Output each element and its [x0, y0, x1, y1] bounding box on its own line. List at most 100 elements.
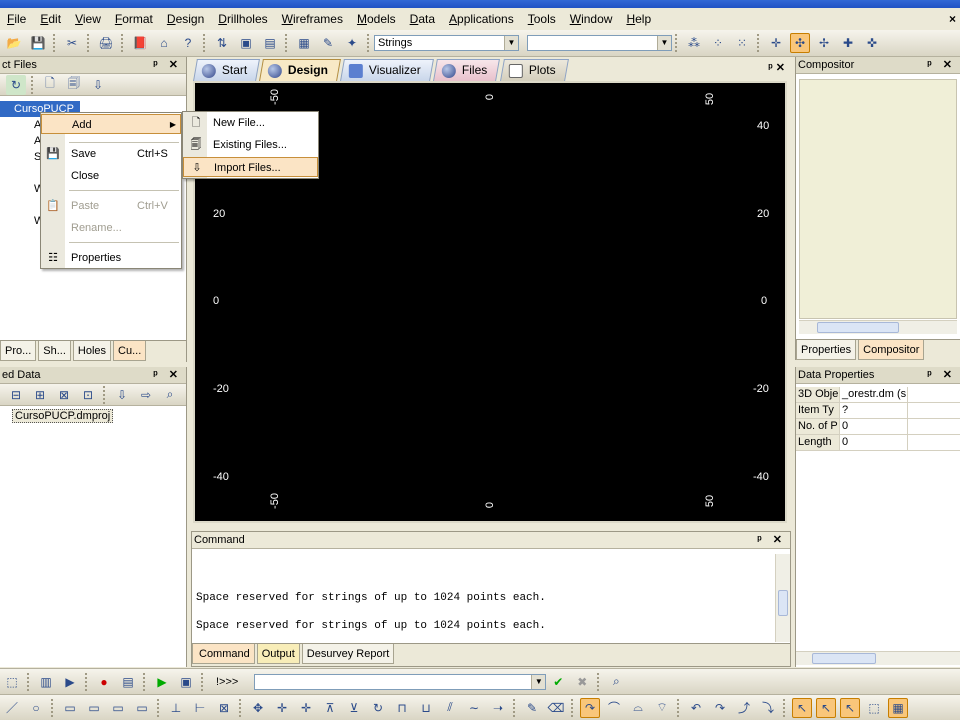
check-icon[interactable]: ✔ — [548, 672, 568, 692]
cancel-icon[interactable]: ✖ — [572, 672, 592, 692]
tool-icon[interactable]: ▶ — [60, 672, 80, 692]
tab-curso[interactable]: Cu... — [113, 341, 147, 361]
command-scrollbar[interactable] — [775, 554, 790, 642]
align-alt-icon[interactable]: ⊻ — [344, 698, 364, 718]
help-icon[interactable]: ? — [178, 33, 198, 53]
save-icon[interactable]: 💾 — [28, 33, 48, 53]
menu-edit[interactable]: Edit — [33, 9, 68, 29]
panel-controls[interactable]: ᵖ ✕ — [757, 532, 786, 548]
arrow-icon[interactable]: ➝ — [488, 698, 508, 718]
rotate-icon[interactable]: ↻ — [368, 698, 388, 718]
view-controls[interactable]: ᵖ ✕ — [768, 61, 785, 74]
menu-applications[interactable]: Applications — [442, 9, 521, 29]
eraser-icon[interactable]: ⌫ — [546, 698, 566, 718]
split-icon[interactable]: ⫽ — [440, 698, 460, 718]
tab-holes[interactable]: Holes — [72, 341, 112, 361]
tab-visualizer[interactable]: Visualizer — [340, 59, 435, 81]
property-row[interactable]: 3D Obje _orestr.dm (s — [796, 387, 960, 403]
menu-models[interactable]: Models — [350, 9, 403, 29]
snap-icon[interactable]: ↷ — [580, 697, 600, 718]
menu-design[interactable]: Design — [160, 9, 211, 29]
curve-alt-icon[interactable]: ⤴ — [734, 698, 754, 718]
snap-grid-icon[interactable]: ✣ — [790, 33, 810, 53]
close-icon[interactable]: × — [949, 12, 956, 26]
tool-icon[interactable]: ✦ — [342, 33, 362, 53]
snap-point-icon[interactable]: ✛ — [766, 33, 786, 53]
menu-item-existing-files[interactable]: 🗐 Existing Files... — [183, 135, 318, 155]
select-box-icon[interactable]: ⬚ — [864, 698, 884, 718]
menu-item-import-files[interactable]: ⇩ Import Files... — [183, 157, 318, 177]
print-icon[interactable]: 🖨 — [96, 33, 116, 53]
book-icon[interactable]: 📕 — [130, 33, 150, 53]
tool-icon[interactable]: ▤ — [118, 672, 138, 692]
unload-icon[interactable]: ⇨ — [136, 385, 156, 405]
box-icon[interactable]: ⊓ — [392, 698, 412, 718]
tab-command[interactable]: Command — [192, 644, 255, 664]
menu-item-paste[interactable]: 📋 Paste Ctrl+V — [41, 196, 181, 216]
hierarchy-icon[interactable]: ⊠ — [54, 385, 74, 405]
arc-alt-icon[interactable]: ⌓ — [628, 698, 648, 718]
menu-item-save[interactable]: 💾 Save Ctrl+S — [41, 144, 181, 164]
menu-item-rename[interactable]: Rename... — [41, 218, 181, 238]
points-icon[interactable]: ⁂ — [684, 33, 704, 53]
tab-start[interactable]: Start — [193, 59, 261, 81]
box-alt-icon[interactable]: ⊔ — [416, 698, 436, 718]
window-icon[interactable]: ▣ — [236, 33, 256, 53]
tab-compositor[interactable]: Compositor — [858, 340, 925, 360]
select-alt-icon[interactable]: ↖ — [840, 697, 860, 718]
rect-icon[interactable]: ▭ — [60, 698, 80, 718]
search-icon[interactable]: ⌕ — [606, 672, 626, 692]
curve-alt-icon[interactable]: ⤵ — [758, 698, 778, 718]
circle-icon[interactable]: ○ — [26, 698, 46, 718]
tab-design[interactable]: Design — [259, 59, 342, 81]
menu-tools[interactable]: Tools — [521, 9, 563, 29]
scroll-thumb[interactable] — [812, 653, 876, 664]
scroll-thumb[interactable] — [778, 590, 788, 616]
menu-file[interactable]: File — [0, 9, 33, 29]
tab-files[interactable]: Files — [433, 59, 501, 81]
tool-icon[interactable]: ▣ — [176, 672, 196, 692]
hierarchy-alt-icon[interactable]: ⊡ — [78, 385, 98, 405]
tool-icon[interactable]: ⬚ — [2, 672, 22, 692]
menu-item-new-file[interactable]: 🗋 New File... — [183, 113, 318, 133]
import-files-icon[interactable]: ⇩ — [88, 75, 108, 95]
tab-plots[interactable]: Plots — [499, 59, 569, 81]
arc-alt-icon[interactable]: ⌔ — [652, 698, 672, 718]
run-icon[interactable]: ▶ — [152, 672, 172, 692]
filter-icon[interactable]: ⊟ — [6, 385, 26, 405]
grid-icon[interactable]: ▦ — [294, 33, 314, 53]
move-alt-icon[interactable]: ✛ — [296, 698, 316, 718]
object-type-dropdown[interactable]: Strings ▼ — [374, 35, 519, 51]
tab-desurvey-report[interactable]: Desurvey Report — [301, 644, 395, 664]
move-alt-icon[interactable]: ✛ — [272, 698, 292, 718]
delete-icon[interactable]: ⊠ — [214, 698, 234, 718]
panel-controls[interactable]: ᵖ ✕ — [153, 367, 182, 383]
tab-output[interactable]: Output — [256, 644, 300, 664]
points-select-icon[interactable]: ⁘ — [708, 33, 728, 53]
menu-wireframes[interactable]: Wireframes — [275, 9, 350, 29]
snap-line-icon[interactable]: ✢ — [814, 33, 834, 53]
link-icon[interactable]: ⊞ — [30, 385, 50, 405]
open-folder-icon[interactable]: 📂 — [4, 33, 24, 53]
window-alt-icon[interactable]: ▤ — [260, 33, 280, 53]
menu-format[interactable]: Format — [108, 9, 160, 29]
tab-sheets[interactable]: Sh... — [38, 341, 71, 361]
pen-icon[interactable]: ✎ — [522, 698, 542, 718]
scroll-thumb[interactable] — [817, 322, 899, 333]
curve-alt-icon[interactable]: ↷ — [710, 698, 730, 718]
highlight-icon[interactable]: ▦ — [888, 697, 908, 718]
home-icon[interactable]: ⌂ — [154, 33, 174, 53]
property-row[interactable]: Item Ty? — [796, 403, 960, 419]
line-icon[interactable]: ／ — [2, 698, 22, 718]
compositor-scrollbar[interactable] — [799, 320, 957, 334]
panel-controls[interactable]: ᵖ ✕ — [927, 57, 956, 73]
load-icon[interactable]: ⇩ — [112, 385, 132, 405]
move-icon[interactable]: ⇅ — [212, 33, 232, 53]
menu-view[interactable]: View — [68, 9, 108, 29]
rect-alt-icon[interactable]: ▭ — [84, 698, 104, 718]
insert-alt-icon[interactable]: ⊢ — [190, 698, 210, 718]
panel-controls[interactable]: ᵖ ✕ — [927, 367, 956, 383]
points-delete-icon[interactable]: ⁙ — [732, 33, 752, 53]
menu-window[interactable]: Window — [563, 9, 620, 29]
curve-alt-icon[interactable]: ↶ — [686, 698, 706, 718]
